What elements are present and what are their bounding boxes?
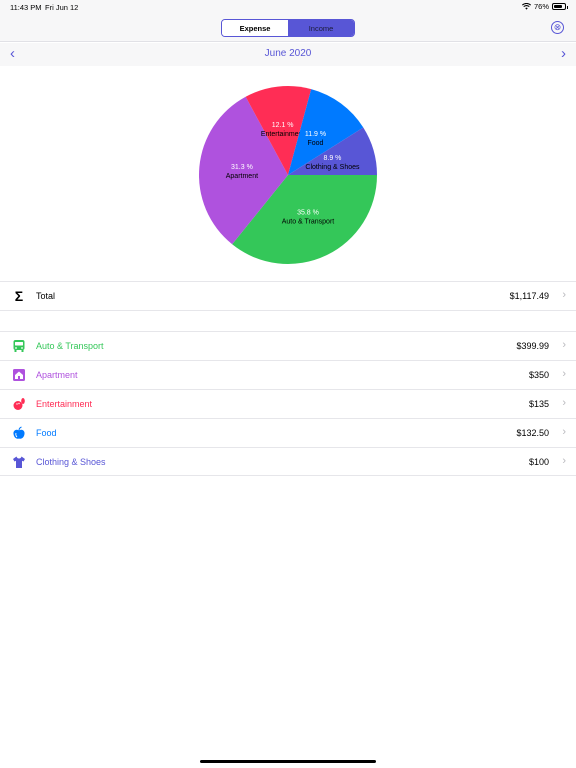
chevron-right-icon: › [562,289,566,301]
category-amount: $100 [528,457,549,467]
home-indicator [200,760,376,763]
total-label: Total [36,291,56,301]
status-date: Fri Jun 12 [45,3,79,12]
sigma-icon: Σ [14,288,24,304]
category-row-auto-transport[interactable]: Auto & Transport $399.99 › [0,331,576,360]
chevron-right-icon: › [562,339,566,351]
pie-category-label: Entertainment [261,131,305,138]
pie-percent-label: 8.9 % [324,155,342,162]
pie-category-label: Food [308,140,324,147]
expense-pie-chart: 35.8 % Auto & Transport 31.3 % Apartment 12.… [0,66,576,281]
month-navigator: ‹ June 2020 › [0,43,576,66]
category-name: Clothing & Shoes [36,457,106,467]
chevron-right-icon: › [562,397,566,409]
status-right: 76% [521,2,568,11]
category-amount: $135 [528,399,549,409]
pie-percent-label: 11.9 % [305,131,326,138]
category-row-entertainment[interactable]: Entertainment $135 › [0,389,576,418]
category-row-food[interactable]: Food $132.50 › [0,418,576,447]
chevron-right-icon: › [562,368,566,380]
top-bar: Expense Income ⊗ [0,14,576,42]
apple-icon [12,426,26,440]
category-name: Food [36,428,57,438]
segment-income[interactable]: Income [288,20,354,36]
battery-fill [554,5,562,8]
category-name: Apartment [36,370,78,380]
house-icon [12,368,26,382]
category-row-apartment[interactable]: Apartment $350 › [0,360,576,389]
category-amount: $350 [528,370,549,380]
category-name: Entertainment [36,399,93,409]
chevron-right-icon: › [562,455,566,467]
section-spacer [0,310,576,331]
segment-expense[interactable]: Expense [222,20,288,36]
category-amount: $399.99 [516,341,549,351]
pie-percent-label: 31.3 % [231,164,253,171]
bus-icon [12,339,26,353]
close-icon[interactable]: ⊗ [551,21,564,34]
chevron-right-icon[interactable]: › [561,45,566,63]
category-name: Auto & Transport [36,341,104,351]
category-amount: $132.50 [516,428,549,438]
chevron-right-icon: › [562,426,566,438]
expense-income-segmented-control: Expense Income [221,19,355,37]
total-amount: $1,117.49 [509,291,549,301]
pie-category-label: Clothing & Shoes [305,164,360,171]
total-row[interactable]: Σ Total $1,117.49 › [0,281,576,310]
bowling-icon [12,397,26,411]
battery-icon [552,3,568,10]
status-time: 11:43 PM [10,3,42,12]
battery-percent: 76% [533,2,549,11]
pie-category-label: Auto & Transport [282,219,335,226]
pie-chart-svg: 35.8 % Auto & Transport 31.3 % Apartment 12.… [199,86,377,264]
pie-percent-label: 12.1 % [272,122,294,129]
pie-category-label: Apartment [226,173,258,180]
month-title: June 2020 [264,48,312,59]
category-row-clothing-shoes[interactable]: Clothing & Shoes $100 › [0,447,576,476]
app-window: 11:43 PM Fri Jun 12 76% Expense Income ⊗… [0,0,576,768]
pie-percent-label: 35.8 % [297,210,319,217]
status-bar: 11:43 PM Fri Jun 12 76% [0,0,576,14]
wifi-icon [521,3,531,10]
list-bottom-divider [0,475,576,476]
shirt-icon [12,455,26,469]
